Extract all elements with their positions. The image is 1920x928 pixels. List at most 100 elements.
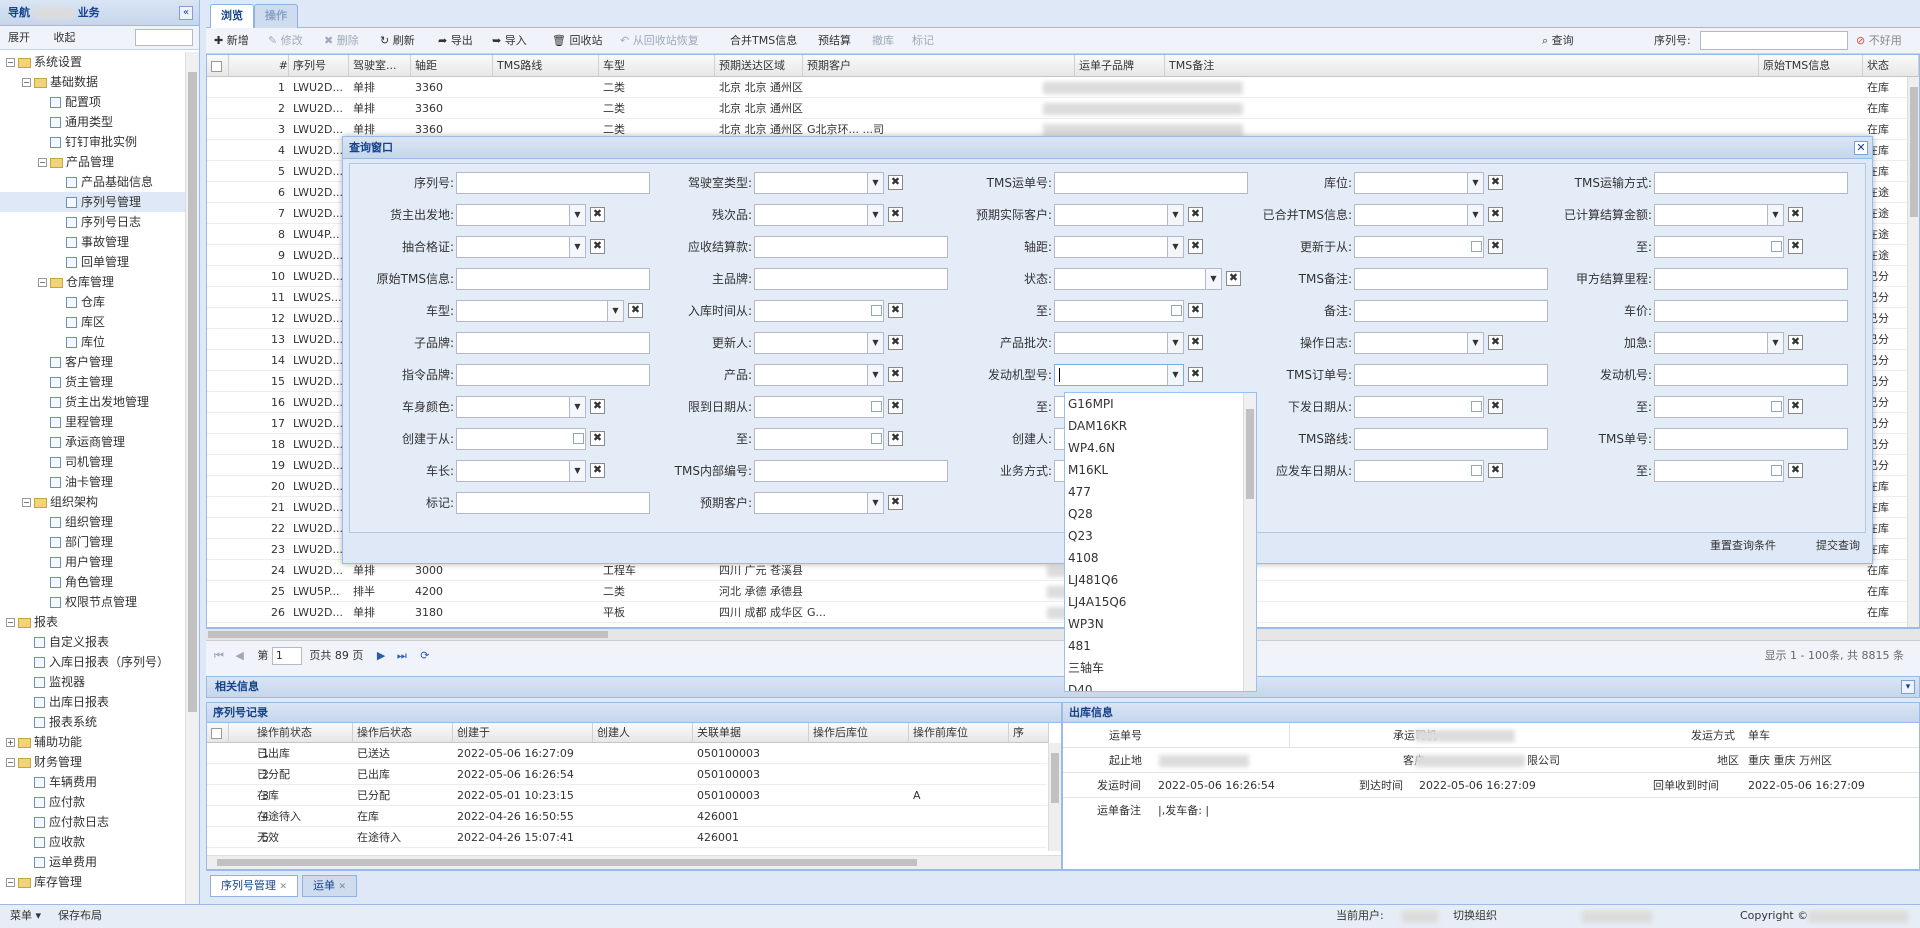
clear-field-icon[interactable]: ✖ xyxy=(888,495,903,510)
text-field[interactable] xyxy=(456,268,650,290)
column-header[interactable]: 创建人 xyxy=(593,723,693,743)
dropdown-arrow-icon[interactable]: ▼ xyxy=(569,397,585,417)
clear-field-icon[interactable]: ✖ xyxy=(1188,367,1203,382)
text-field[interactable] xyxy=(1654,428,1848,450)
collapse-node-icon[interactable]: − xyxy=(6,58,15,67)
dropdown-option[interactable]: DAM16KR xyxy=(1065,415,1256,437)
dropdown-arrow-icon[interactable]: ▼ xyxy=(867,173,883,193)
nav-item[interactable]: 库位 xyxy=(0,332,185,352)
column-header[interactable]: 操作后状态 xyxy=(353,723,453,743)
delete-button[interactable]: ✖ 删除 xyxy=(324,28,359,54)
combo-field[interactable]: ▼ xyxy=(1354,172,1484,194)
calendar-icon[interactable] xyxy=(573,433,584,444)
column-header[interactable]: 预期客户 xyxy=(803,55,1075,77)
reset-query-button[interactable]: 重置查询条件 xyxy=(1710,533,1776,559)
text-field[interactable] xyxy=(1354,364,1548,386)
column-header[interactable]: 操作前库位 xyxy=(909,723,1009,743)
nav-item[interactable]: 角色管理 xyxy=(0,572,185,592)
reload-icon[interactable]: ⟳ xyxy=(420,649,429,662)
dropdown-arrow-icon[interactable]: ▼ xyxy=(867,365,883,385)
nav-item[interactable]: 油卡管理 xyxy=(0,472,185,492)
calendar-icon[interactable] xyxy=(1171,305,1182,316)
nav-item[interactable]: 里程管理 xyxy=(0,412,185,432)
text-field[interactable] xyxy=(456,364,650,386)
dropdown-arrow-icon[interactable]: ▼ xyxy=(607,301,623,321)
dropdown-option[interactable]: LJ4A15Q6 xyxy=(1065,591,1256,613)
submit-query-button[interactable]: 提交查询 xyxy=(1816,533,1860,559)
column-header[interactable]: 原始TMS信息 xyxy=(1759,55,1863,77)
column-header[interactable]: 轴距 xyxy=(411,55,493,77)
combo-field[interactable]: ▼ xyxy=(1054,332,1184,354)
nav-item[interactable]: + 辅助功能 xyxy=(0,732,185,752)
column-header[interactable]: 预期送达区域 xyxy=(715,55,803,77)
calendar-icon[interactable] xyxy=(871,433,882,444)
combo-field[interactable]: ▼ xyxy=(1354,332,1484,354)
text-field[interactable] xyxy=(456,172,650,194)
clear-field-icon[interactable]: ✖ xyxy=(1788,399,1803,414)
clear-field-icon[interactable]: ✖ xyxy=(590,239,605,254)
column-header[interactable]: 关联单据 xyxy=(693,723,809,743)
first-page-icon[interactable]: ⏮ xyxy=(214,649,224,662)
dropdown-arrow-icon[interactable]: ▼ xyxy=(569,237,585,257)
nav-item[interactable]: 运单费用 xyxy=(0,852,185,872)
column-header[interactable]: 序 xyxy=(1009,723,1049,743)
text-field[interactable] xyxy=(1354,428,1548,450)
collapse-node-icon[interactable]: − xyxy=(22,498,31,507)
clear-field-icon[interactable]: ✖ xyxy=(1488,335,1503,350)
text-field[interactable] xyxy=(456,492,650,514)
column-header[interactable]: 驾驶室... xyxy=(349,55,411,77)
clear-field-icon[interactable]: ✖ xyxy=(888,303,903,318)
date-field[interactable] xyxy=(1654,236,1784,258)
dropdown-option[interactable]: G16MPI xyxy=(1065,393,1256,415)
nav-item[interactable]: 用户管理 xyxy=(0,552,185,572)
dropdown-arrow-icon[interactable]: ▼ xyxy=(1467,205,1483,225)
collapse-node-icon[interactable]: − xyxy=(38,158,47,167)
last-page-icon[interactable]: ⏭ xyxy=(397,649,407,662)
table-row[interactable]: 3 在库 已分配 2022-05-01 10:23:15 050100003 A xyxy=(207,785,1047,806)
table-row[interactable]: 1 LWU2D... 单排 3360 二类 北京 北京 通州区 在库 xyxy=(207,77,1919,98)
nav-item[interactable]: 司机管理 xyxy=(0,452,185,472)
clear-field-icon[interactable]: ✖ xyxy=(1788,335,1803,350)
add-button[interactable]: ✚ 新增 xyxy=(214,28,249,54)
dropdown-arrow-icon[interactable]: ▼ xyxy=(569,461,585,481)
grid-hscrollbar[interactable] xyxy=(206,629,1920,641)
collapse-node-icon[interactable]: − xyxy=(6,878,15,887)
calendar-icon[interactable] xyxy=(1771,241,1782,252)
clear-field-icon[interactable]: ✖ xyxy=(590,431,605,446)
date-field[interactable] xyxy=(754,428,884,450)
column-header[interactable]: TMS备注 xyxy=(1165,55,1759,77)
dropdown-arrow-icon[interactable]: ▼ xyxy=(1467,333,1483,353)
table-row[interactable]: 1 已出库 已送达 2022-05-06 16:27:09 050100003 xyxy=(207,743,1047,764)
date-field[interactable] xyxy=(1354,396,1484,418)
clear-field-icon[interactable]: ✖ xyxy=(1788,207,1803,222)
nav-item[interactable]: − 产品管理 xyxy=(0,152,185,172)
save-layout-button[interactable]: 保存布局 xyxy=(58,905,102,927)
import-button[interactable]: ➥ 导入 xyxy=(492,28,527,54)
tab-browse[interactable]: 浏览 xyxy=(210,4,254,28)
dropdown-arrow-icon[interactable]: ▼ xyxy=(867,205,883,225)
clear-field-icon[interactable]: ✖ xyxy=(590,399,605,414)
column-header[interactable]: 运单子品牌 xyxy=(1075,55,1165,77)
dropdown-arrow-icon[interactable]: ▼ xyxy=(1167,205,1183,225)
date-field[interactable] xyxy=(456,428,586,450)
dropdown-option[interactable]: LJ481Q6 xyxy=(1065,569,1256,591)
table-row[interactable]: 25 LWU5P... 排半 4200 二类 河北 承德 承德县 在库 xyxy=(207,581,1919,602)
select-all-checkbox[interactable] xyxy=(207,723,229,743)
nav-item[interactable]: 组织管理 xyxy=(0,512,185,532)
table-row[interactable]: 4 在途待入 在库 2022-04-26 16:50:55 426001 xyxy=(207,806,1047,827)
dropdown-option[interactable]: 481 xyxy=(1065,635,1256,657)
dropdown-arrow-icon[interactable]: ▼ xyxy=(1167,237,1183,257)
clear-field-icon[interactable]: ✖ xyxy=(888,399,903,414)
nav-item[interactable]: 货主出发地管理 xyxy=(0,392,185,412)
combo-field[interactable]: ▼ xyxy=(456,300,624,322)
nav-item[interactable]: 事故管理 xyxy=(0,232,185,252)
dropdown-option[interactable]: WP4.6N xyxy=(1065,437,1256,459)
dropdown-arrow-icon[interactable]: ▼ xyxy=(1205,269,1221,289)
nav-item[interactable]: − 组织架构 xyxy=(0,492,185,512)
clear-field-icon[interactable]: ✖ xyxy=(888,335,903,350)
combo-field[interactable]: ▼ xyxy=(754,364,884,386)
nav-item[interactable]: − 系统设置 xyxy=(0,52,185,72)
menu-button[interactable]: 菜单 ▾ xyxy=(10,905,41,927)
clear-field-icon[interactable]: ✖ xyxy=(1488,207,1503,222)
date-field[interactable] xyxy=(1654,460,1784,482)
